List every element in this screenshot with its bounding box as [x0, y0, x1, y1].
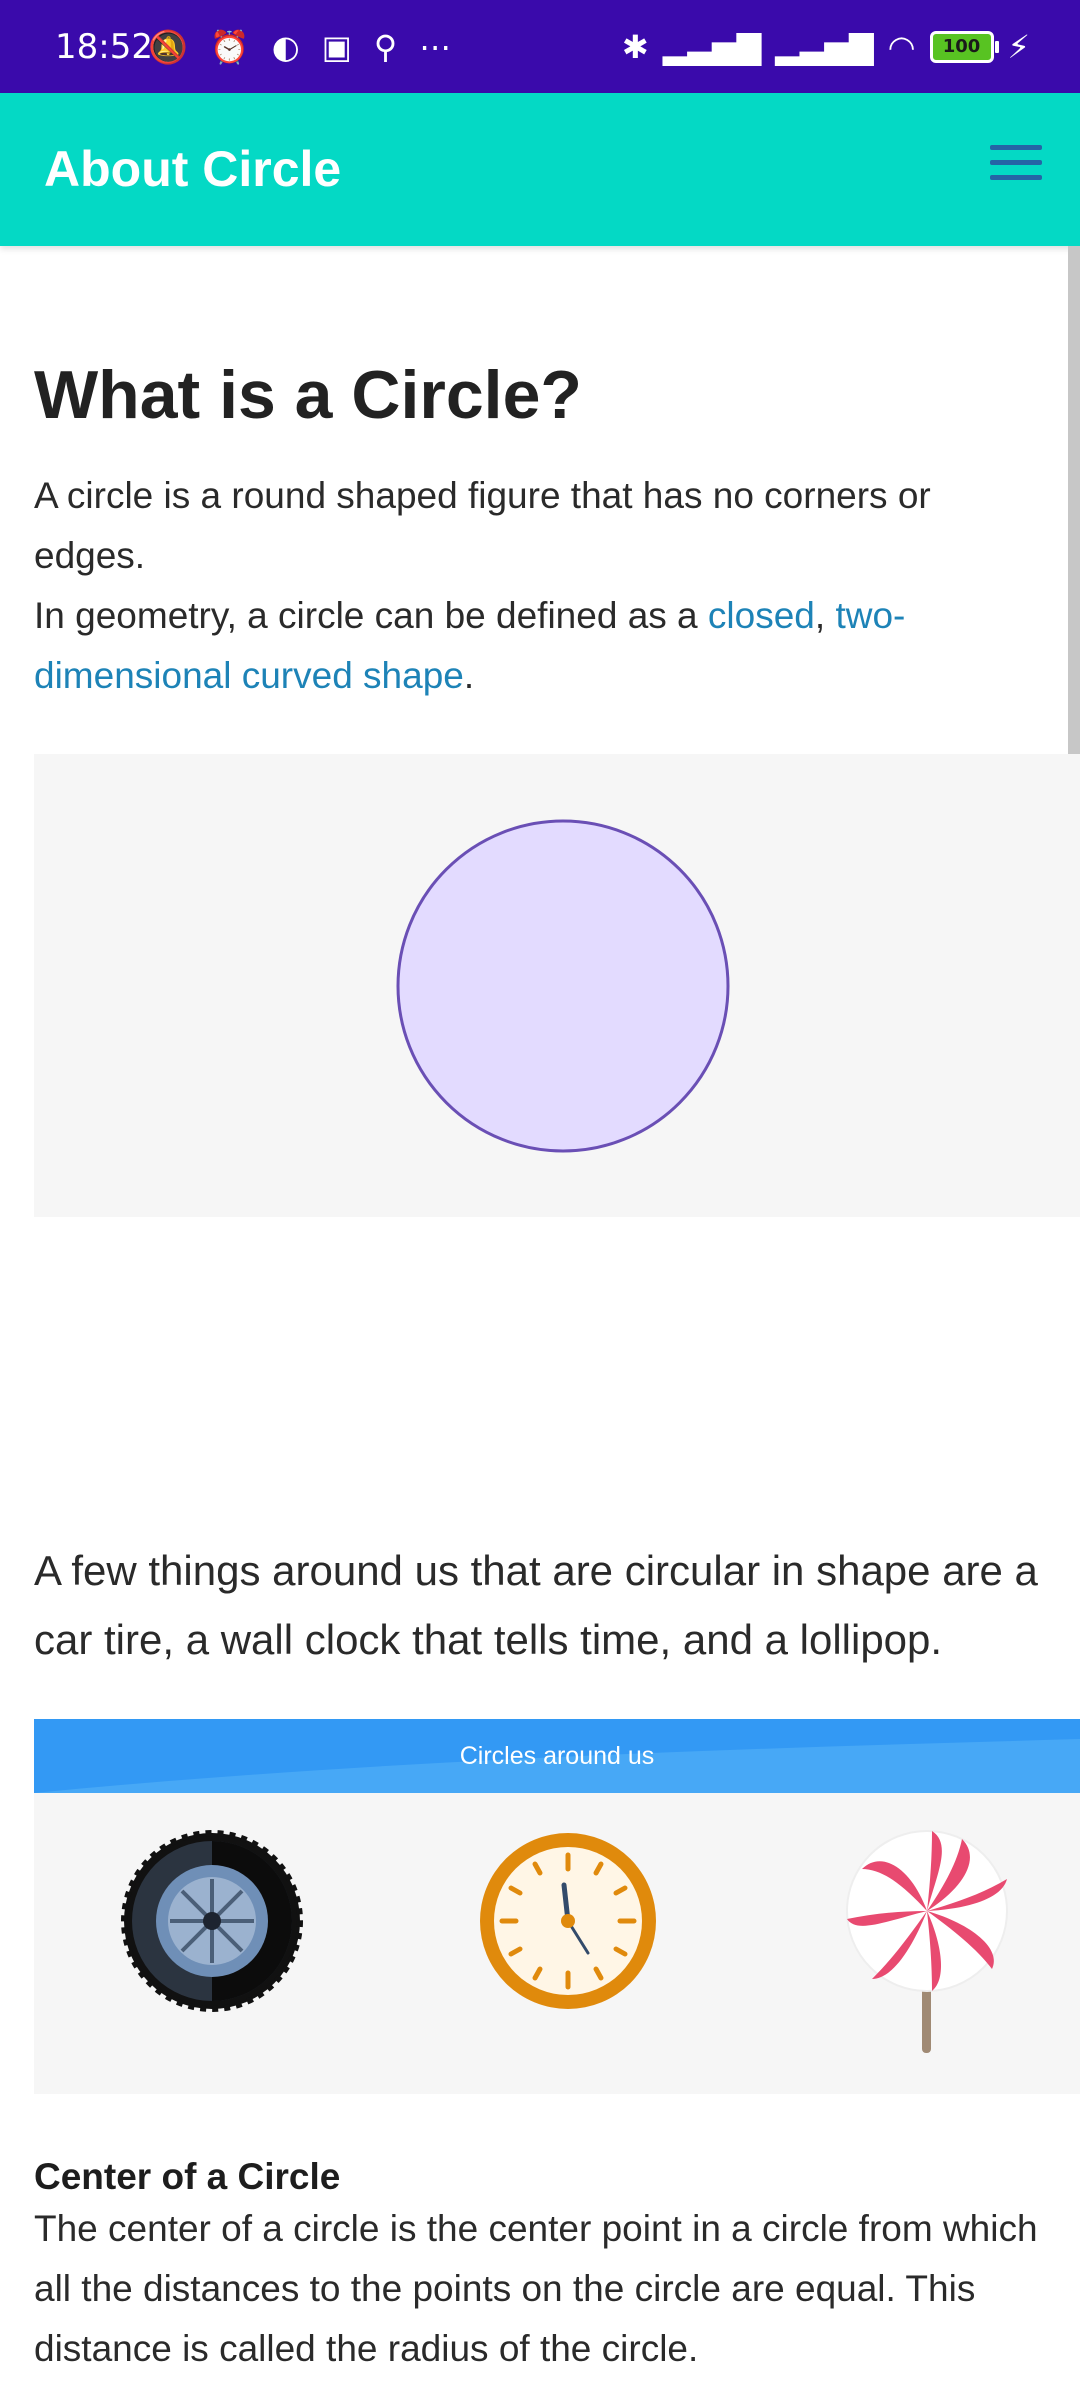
intro-paragraph: A circle is a round shaped figure that h…: [34, 466, 1044, 706]
intro-line-1: A circle is a round shaped figure that h…: [34, 475, 931, 576]
circles-around-us-figure: Circles around us: [34, 1719, 1080, 2094]
comma-text: ,: [814, 595, 836, 636]
tire-icon: [121, 1830, 303, 2012]
status-icons-left: 🔕 ⏰ ◐ ▣ ⚲ ⋯: [148, 0, 451, 93]
charging-icon: ⚡: [1007, 27, 1030, 66]
things-paragraph: A few things around us that are circular…: [34, 1547, 1038, 1663]
more-icon: ⋯: [419, 27, 452, 66]
signal-icon: ▂▃▅▇: [662, 27, 762, 66]
bike-icon: ⚲: [373, 27, 398, 66]
status-bar: 18:52 🔕 ⏰ ◐ ▣ ⚲ ⋯ ✱ ▂▃▅▇ ▂▃▅▇ ◠ 100 ⚡: [0, 0, 1080, 93]
intro-line-2: In geometry, a circle can be defined as …: [34, 595, 708, 636]
sim-icon: ▣: [321, 27, 352, 66]
circles-banner: Circles around us: [34, 1719, 1080, 1793]
alarm-icon: ⏰: [209, 27, 250, 66]
status-time: 18:52: [55, 26, 153, 67]
app-icon: ◐: [271, 27, 300, 66]
status-icons-right: ✱ ▂▃▅▇ ▂▃▅▇ ◠ 100 ⚡: [622, 0, 1030, 93]
bluetooth-icon: ✱: [621, 27, 649, 66]
app-bar: About Circle: [0, 93, 1080, 246]
mute-icon: 🔕: [148, 27, 188, 66]
battery-icon: 100: [929, 30, 999, 63]
section-title-center: Center of a Circle: [34, 2156, 341, 2197]
signal-icon: ▂▃▅▇: [775, 27, 874, 66]
banner-title: Circles around us: [459, 1742, 655, 1770]
closed-link[interactable]: closed: [708, 595, 815, 636]
menu-icon[interactable]: [990, 145, 1042, 185]
circle-illustration: [396, 819, 730, 1153]
circle-figure: [34, 754, 1080, 1217]
page-title: What is a Circle?: [34, 357, 582, 433]
wifi-icon: ◠: [887, 27, 916, 66]
lollipop-icon: [846, 1830, 1008, 2053]
battery-level: 100: [942, 36, 981, 57]
section-body-center: The center of a circle is the center poi…: [34, 2208, 1038, 2369]
period-text: .: [463, 655, 475, 696]
app-title: About Circle: [44, 141, 342, 197]
clock-icon: [480, 1833, 656, 2009]
